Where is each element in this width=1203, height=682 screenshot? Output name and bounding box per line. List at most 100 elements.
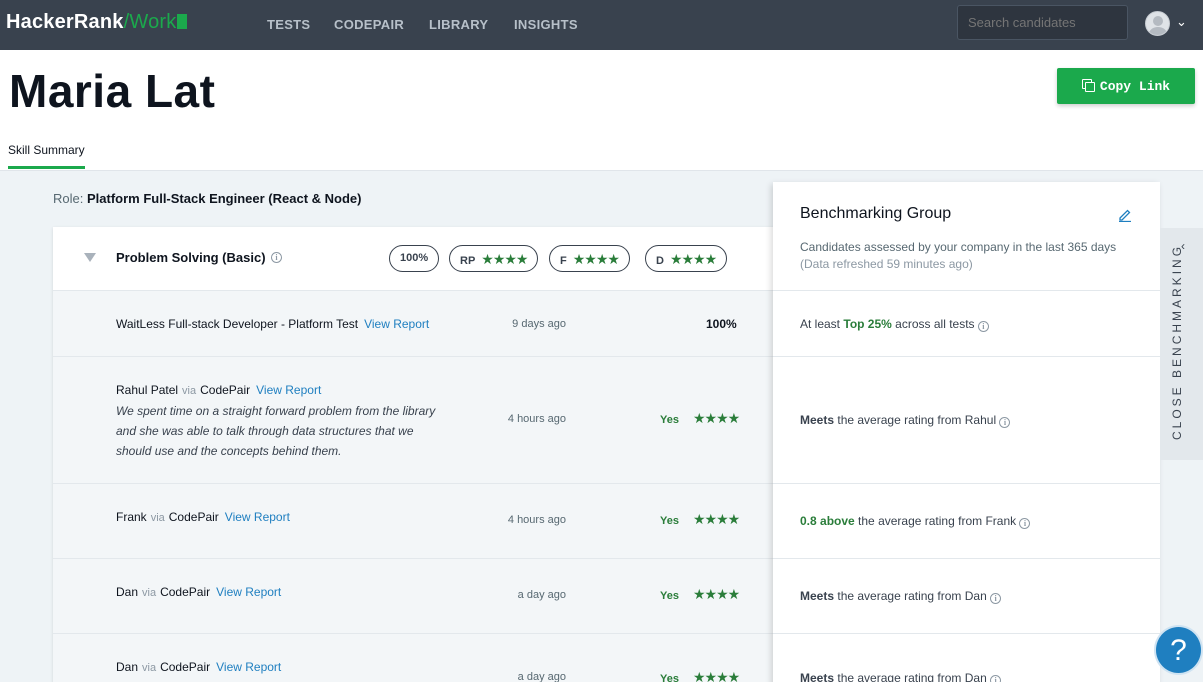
candidate-name: Maria Lat	[9, 65, 216, 117]
nav-insights[interactable]: INSIGHTS	[514, 17, 578, 32]
info-icon[interactable]: i	[990, 675, 1002, 682]
badge-label: F	[560, 255, 567, 267]
stars-icon: ★★★★	[692, 670, 740, 682]
skill-name: Problem Solving (Basic)	[116, 250, 266, 265]
interviewer-comment: We spent time on a straight forward prob…	[116, 404, 436, 458]
row-result: Yes ★★★★	[660, 587, 740, 603]
stars-icon: ★★★★	[669, 252, 717, 268]
view-report-link[interactable]: View Report	[216, 660, 281, 674]
row-title-line: Dan via CodePair View Report	[116, 585, 281, 599]
copy-link-button[interactable]: Copy Link	[1057, 68, 1195, 104]
benchmark-text: Meets the average rating from Rahul i	[800, 413, 1011, 428]
info-icon[interactable]: i	[977, 321, 989, 332]
benchmark-row: Meets the average rating from Dan i	[773, 559, 1160, 634]
help-button[interactable]: ?	[1154, 625, 1203, 675]
hackerrank-logo[interactable]: HackerRank/Work	[6, 11, 188, 34]
tab-skill-summary[interactable]: Skill Summary	[8, 143, 85, 169]
collapse-triangle-icon[interactable]	[84, 253, 96, 262]
benchmark-text: Meets the average rating from Dan i	[800, 671, 1002, 682]
nav-library[interactable]: LIBRARY	[429, 17, 488, 32]
info-icon[interactable]: i	[271, 252, 282, 263]
stars-icon: ★★★★	[692, 512, 740, 528]
role-line: Role: Platform Full-Stack Engineer (Reac…	[53, 191, 361, 206]
badge-label: RP	[460, 255, 476, 267]
copy-link-label: Copy Link	[1099, 78, 1171, 94]
role-value: Platform Full-Stack Engineer (React & No…	[86, 191, 362, 206]
badge-f: F ★★★★	[549, 245, 630, 272]
row-title-line: Frank via CodePair View Report	[116, 510, 290, 524]
logo-suffix: /Work	[123, 11, 177, 33]
row-result: Yes ★★★★	[660, 512, 740, 528]
table-row: Rahul Patel via CodePair View Report We spe…	[53, 357, 775, 484]
via-label: via	[142, 662, 157, 674]
view-report-link[interactable]: View Report	[225, 510, 290, 524]
table-row: Dan via CodePair View Report a day ago Yes ★…	[53, 559, 775, 634]
view-report-link[interactable]: View Report	[364, 317, 429, 331]
benchmark-highlight: Meets	[800, 413, 835, 427]
row-time: 4 hours ago	[507, 514, 566, 526]
skill-card: Problem Solving (Basic) i 100% RP ★★★★ F ★…	[53, 227, 775, 682]
info-icon[interactable]: i	[999, 417, 1011, 428]
benchmark-suffix: the average rating from Dan	[837, 671, 987, 682]
result-label: Yes	[660, 515, 679, 527]
benchmark-suffix: across all tests	[895, 317, 975, 331]
source-label: CodePair	[160, 585, 211, 599]
result-label: Yes	[660, 673, 679, 682]
benchmark-header: Benchmarking Group Candidates assessed b…	[773, 182, 1160, 291]
copy-icon	[1081, 78, 1095, 92]
benchmark-row: 0.8 above the average rating from Frank …	[773, 484, 1160, 559]
info-icon[interactable]: i	[990, 593, 1002, 604]
benchmark-row: Meets the average rating from Rahul i	[773, 357, 1160, 484]
badge-rp: RP ★★★★	[449, 245, 539, 272]
row-title-line: Rahul Patel via CodePair View Report	[116, 383, 321, 397]
stars-icon: ★★★★	[692, 411, 740, 427]
view-report-link[interactable]: View Report	[216, 585, 281, 599]
row-time: a day ago	[517, 671, 566, 682]
nav-codepair[interactable]: CODEPAIR	[334, 17, 404, 32]
row-time: a day ago	[517, 589, 566, 601]
source-label: CodePair	[200, 383, 251, 397]
benchmark-highlight: Meets	[800, 589, 835, 603]
pencil-icon[interactable]	[1118, 208, 1132, 222]
benchmark-row: Meets the average rating from Dan i	[773, 634, 1160, 682]
source-label: CodePair	[168, 510, 219, 524]
row-time: 4 hours ago	[507, 413, 566, 425]
table-row: Frank via CodePair View Report 4 hours ago …	[53, 484, 775, 559]
benchmark-text: Meets the average rating from Dan i	[800, 589, 1002, 604]
row-title-line: WaitLess Full-stack Developer - Platform…	[116, 317, 429, 331]
nav-tests[interactable]: TESTS	[267, 17, 310, 32]
benchmark-text: 0.8 above the average rating from Frank …	[800, 514, 1031, 529]
stars-icon: ★★★★	[572, 252, 620, 268]
role-label: Role:	[53, 191, 84, 206]
result-label: Yes	[660, 590, 679, 602]
benchmark-suffix: the average rating from Rahul	[837, 413, 997, 427]
via-label: via	[150, 512, 165, 524]
view-report-link[interactable]: View Report	[256, 383, 321, 397]
source-label: CodePair	[160, 660, 211, 674]
result-label: Yes	[660, 414, 679, 426]
test-title: WaitLess Full-stack Developer - Platform…	[116, 317, 359, 331]
interviewer-name: Rahul Patel	[116, 383, 179, 397]
info-icon[interactable]: i	[1019, 518, 1031, 529]
interviewer-name: Dan	[116, 585, 139, 599]
row-result: Yes ★★★★	[660, 411, 740, 427]
data-refreshed-text: (Data refreshed 59 minutes ago)	[800, 257, 973, 271]
search-candidates-input[interactable]	[957, 5, 1128, 40]
top-nav: HackerRank/Work TESTS CODEPAIR LIBRARY I…	[0, 0, 1203, 50]
via-label: via	[182, 385, 197, 397]
logo-brand: HackerRank	[6, 11, 124, 33]
benchmark-suffix: the average rating from Dan	[837, 589, 987, 603]
close-benchmarking-label[interactable]: CLOSE BENCHMARKING	[1170, 244, 1184, 440]
row-title-line: Dan via CodePair View Report	[116, 660, 281, 674]
badge-label: D	[656, 255, 664, 267]
chevron-down-icon[interactable]: ⌄	[1176, 14, 1187, 30]
via-label: via	[142, 587, 157, 599]
avatar[interactable]	[1145, 11, 1170, 36]
benchmark-text: At least Top 25% across all tests i	[800, 317, 989, 332]
skill-header[interactable]: Problem Solving (Basic) i 100% RP ★★★★ F ★…	[53, 227, 775, 291]
interviewer-name: Dan	[116, 660, 139, 674]
score-pill: 100%	[389, 245, 440, 272]
row-time: 9 days ago	[512, 318, 566, 330]
interviewer-name: Frank	[116, 510, 147, 524]
badge-d: D ★★★★	[645, 245, 728, 272]
